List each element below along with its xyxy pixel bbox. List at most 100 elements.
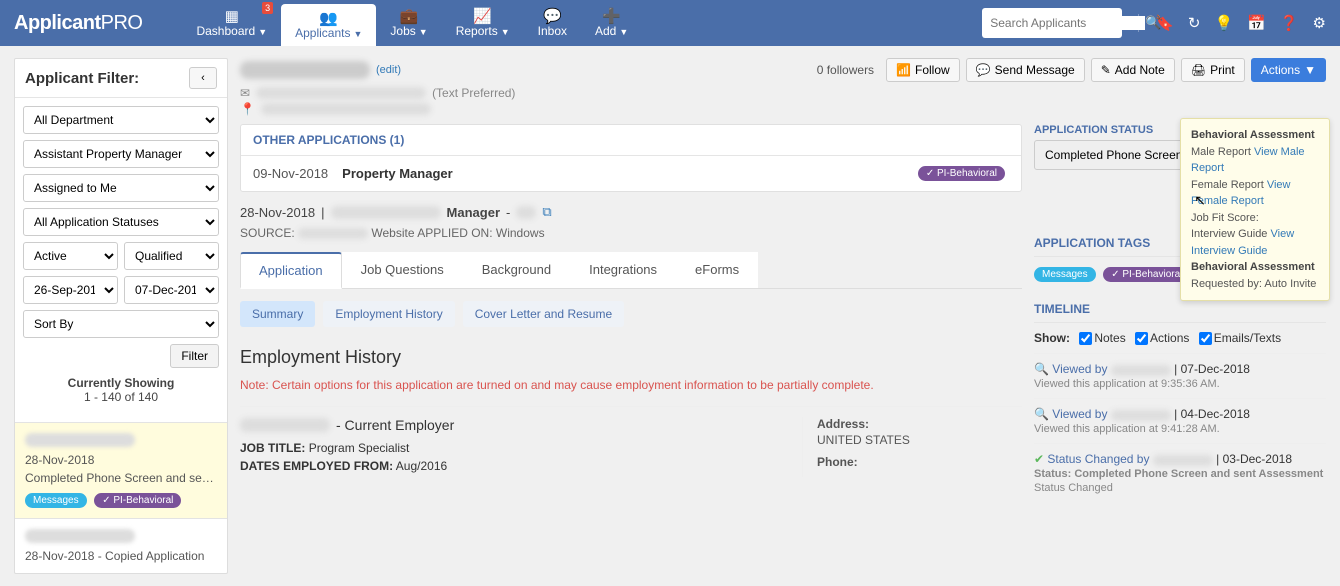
other-app-position: Property Manager — [342, 166, 453, 181]
bookmark-icon[interactable]: 🔖 — [1155, 14, 1174, 32]
chart-icon: 📈 — [473, 9, 492, 24]
tab-eforms[interactable]: eForms — [676, 252, 758, 288]
messages-tag[interactable]: Messages — [1034, 267, 1096, 282]
tab-integrations[interactable]: Integrations — [570, 252, 676, 288]
applicant-name-redacted — [25, 433, 135, 447]
sort-select[interactable]: Sort By — [23, 310, 219, 338]
pin-icon: 📍 — [240, 102, 255, 116]
nav-jobs[interactable]: 💼 Jobs▼ — [376, 0, 441, 46]
applicant-filter-panel: Applicant Filter: ‹ All Department Assis… — [14, 58, 228, 574]
calendar-icon[interactable]: 📅 — [1247, 14, 1266, 32]
employment-history-heading: Employment History — [240, 347, 1022, 368]
filter-button[interactable]: Filter — [170, 344, 219, 368]
applied-on-label: APPLIED ON: — [417, 226, 492, 240]
text-preferred-label: (Text Preferred) — [432, 86, 515, 100]
popover-heading-2: Behavioral Assessment — [1191, 259, 1319, 276]
nav-add[interactable]: ➕ Add▼ — [581, 0, 642, 46]
tab-job-questions[interactable]: Job Questions — [342, 252, 463, 288]
applicant-list-item[interactable]: 28-Nov-2018 - Copied Application — [15, 518, 227, 573]
pi-behavioral-pill: ✓ PI-Behavioral — [94, 493, 181, 508]
pencil-icon: ✎ — [1101, 63, 1111, 77]
filter-title: Applicant Filter: — [25, 70, 139, 87]
job-fit-score: Job Fit Score: — [1191, 210, 1319, 227]
applied-on-value: Windows — [496, 226, 545, 240]
nav-applicants[interactable]: 👥 Applicants▼ — [281, 4, 376, 46]
applicant-list-item[interactable]: 28-Nov-2018 Completed Phone Screen and s… — [15, 422, 227, 518]
applicant-name-redacted — [25, 529, 135, 543]
showing-count: Currently Showing 1 - 140 of 140 — [23, 368, 219, 414]
department-select[interactable]: All Department — [23, 106, 219, 134]
add-note-button[interactable]: ✎Add Note — [1091, 58, 1175, 82]
dates-employed-value: Aug/2016 — [396, 459, 447, 473]
company-redacted — [331, 206, 441, 219]
actions-button[interactable]: Actions▼ — [1251, 58, 1326, 82]
address-label: Address: — [817, 417, 869, 431]
date-to-select[interactable]: 07-Dec-2018 — [124, 276, 219, 304]
job-title-value: Program Specialist — [309, 441, 410, 455]
phone-label: Phone: — [817, 455, 858, 469]
other-applications-header[interactable]: OTHER APPLICATIONS (1) — [241, 125, 1021, 156]
messages-pill: Messages — [25, 493, 87, 508]
position-select[interactable]: Assistant Property Manager — [23, 140, 219, 168]
lightbulb-icon[interactable]: 💡 — [1214, 14, 1233, 32]
timeline-filter: Show: Notes Actions Emails/Texts — [1034, 331, 1326, 345]
user-redacted — [1153, 455, 1213, 466]
assigned-select[interactable]: Assigned to Me — [23, 174, 219, 202]
other-app-date: 09-Nov-2018 — [253, 166, 328, 181]
plus-icon: ➕ — [602, 9, 621, 24]
emails-checkbox[interactable] — [1199, 332, 1212, 345]
followers-count: 0 followers — [817, 63, 874, 77]
role-word: Manager — [447, 205, 500, 220]
pi-behavioral-pill: ✓ PI-Behavioral — [918, 166, 1005, 181]
print-button[interactable]: 🖨Print — [1181, 58, 1245, 82]
state-active-select[interactable]: Active — [23, 242, 118, 270]
job-title-label: JOB TITLE: — [240, 441, 305, 455]
search-small-icon: 🔍 — [1034, 407, 1049, 421]
check-icon: ✔ — [1034, 452, 1044, 466]
people-icon: 👥 — [319, 11, 338, 26]
brand-logo: ApplicantPRO — [14, 12, 182, 35]
search-small-icon: 🔍 — [1034, 362, 1049, 376]
nav-inbox[interactable]: 💬 Inbox — [524, 0, 581, 46]
subtab-summary[interactable]: Summary — [240, 301, 315, 327]
email-redacted — [256, 87, 426, 99]
collapse-filter-button[interactable]: ‹ — [189, 67, 217, 89]
subtab-employment[interactable]: Employment History — [323, 301, 454, 327]
tab-application[interactable]: Application — [240, 252, 342, 289]
dashboard-icon: ▦ — [225, 9, 239, 24]
dashboard-badge: 3 — [262, 2, 273, 14]
employer-redacted — [240, 418, 330, 432]
tab-background[interactable]: Background — [463, 252, 570, 288]
actions-checkbox[interactable] — [1135, 332, 1148, 345]
other-application-row[interactable]: 09-Nov-2018 Property Manager ✓ PI-Behavi… — [253, 166, 1009, 181]
timeline-item: 🔍 Viewed by | 04-Dec-2018 Viewed this ap… — [1034, 398, 1326, 443]
application-date: 28-Nov-2018 — [240, 205, 315, 220]
status-select[interactable]: All Application Statuses — [23, 208, 219, 236]
country-value: UNITED STATES — [817, 433, 1022, 447]
help-icon[interactable]: ❓ — [1280, 14, 1299, 32]
pi-behavioral-tag[interactable]: ✓ PI-Behavioral — [1103, 267, 1190, 282]
timeline-item: ✔ Status Changed by | 03-Dec-2018 Status… — [1034, 443, 1326, 502]
address-redacted — [261, 103, 431, 115]
date-from-select[interactable]: 26-Sep-2018 — [23, 276, 118, 304]
send-message-button[interactable]: 💬Send Message — [966, 58, 1085, 82]
source-site: Website — [371, 226, 414, 240]
follow-button[interactable]: 📶Follow — [886, 58, 960, 82]
source-label: SOURCE: — [240, 226, 295, 240]
applicant-date: 28-Nov-2018 - Copied Application — [25, 549, 217, 563]
global-search[interactable]: 🔍 — [982, 8, 1122, 38]
edit-link[interactable]: (edit) — [376, 64, 401, 76]
notes-checkbox[interactable] — [1079, 332, 1092, 345]
user-redacted — [1111, 365, 1171, 376]
gear-icon[interactable]: ⚙ — [1313, 14, 1326, 32]
chat-icon: 💬 — [976, 63, 991, 77]
subtab-cover-resume[interactable]: Cover Letter and Resume — [463, 301, 624, 327]
nav-dashboard[interactable]: ▦ Dashboard▼ 3 — [182, 0, 281, 46]
external-link-icon[interactable]: ⧉ — [542, 204, 551, 220]
history-icon[interactable]: ↻ — [1188, 14, 1201, 32]
nav-reports[interactable]: 📈 Reports▼ — [442, 0, 524, 46]
redacted — [516, 206, 536, 219]
state-qualified-select[interactable]: Qualified — [124, 242, 219, 270]
search-input[interactable] — [990, 16, 1145, 30]
inbox-icon: 💬 — [543, 9, 562, 24]
